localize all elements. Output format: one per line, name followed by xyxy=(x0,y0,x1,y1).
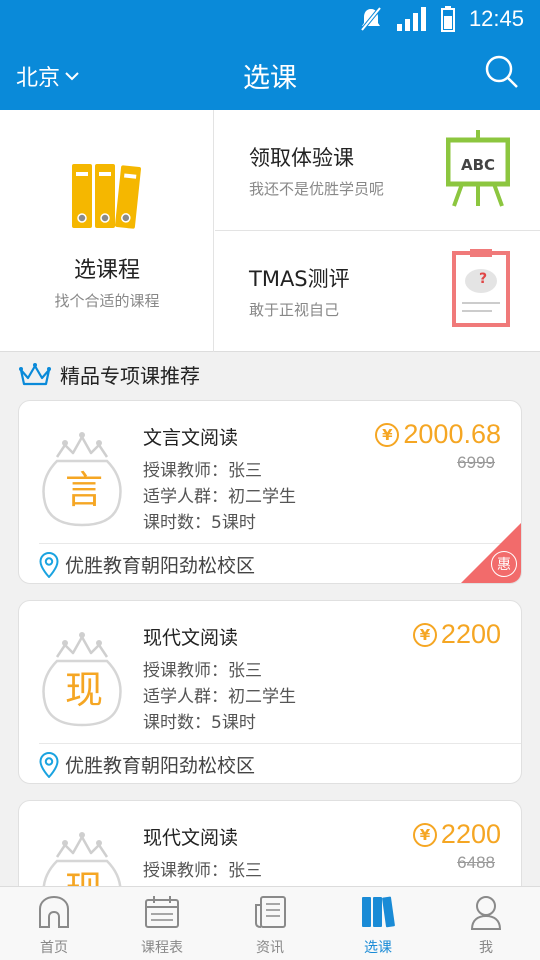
binders-icon xyxy=(72,164,141,229)
card-divider xyxy=(39,743,521,744)
location-pin-icon xyxy=(39,551,59,578)
chalkboard-text: ABC xyxy=(461,156,495,174)
quick-entry-grid: 选课程 找个合适的课程 领取体验课 我还不是优胜学员呢 ABC TMAS测评 敢… xyxy=(0,110,540,352)
page-title: 选课 xyxy=(243,63,297,94)
nav-label: 我 xyxy=(479,940,493,956)
nav-item-courses[interactable]: 选课 xyxy=(324,887,432,960)
nav-label: 首页 xyxy=(40,940,68,956)
svg-text:?: ? xyxy=(479,271,487,287)
trial-class-entry[interactable]: 领取体验课 我还不是优胜学员呢 ABC xyxy=(215,110,540,231)
choose-course-subtitle: 找个合适的课程 xyxy=(54,292,160,310)
crown-icon xyxy=(19,362,51,385)
course-price: ¥ 2200 xyxy=(412,619,501,650)
yen-icon: ¥ xyxy=(412,822,437,847)
trial-class-title: 领取体验课 xyxy=(249,146,354,170)
section-header: 精品专项课推荐 xyxy=(18,360,200,389)
choose-course-entry[interactable]: 选课程 找个合适的课程 xyxy=(0,110,214,352)
yen-icon: ¥ xyxy=(412,622,437,647)
course-hours: 课时数：5课时 xyxy=(143,513,256,533)
news-icon xyxy=(255,896,286,928)
nav-item-home[interactable]: 首页 xyxy=(0,887,108,960)
nav-label: 课程表 xyxy=(141,940,183,956)
location-label: 优胜教育朝阳劲松校区 xyxy=(65,755,256,777)
course-teacher: 授课教师：张三 xyxy=(143,661,262,681)
bottom-nav: 首页 课程表 资讯 选课 我 xyxy=(0,886,540,960)
course-name: 文言文阅读 xyxy=(143,427,239,449)
choose-course-title: 选课程 xyxy=(73,258,140,283)
chalkboard-icon: ABC xyxy=(446,130,510,207)
course-location: 优胜教育朝阳劲松校区 xyxy=(39,551,255,578)
nav-item-me[interactable]: 我 xyxy=(432,887,540,960)
price-amount: 2200 xyxy=(440,619,501,649)
app-header: 北京 选课 xyxy=(0,38,540,110)
home-icon xyxy=(39,895,69,928)
battery-icon xyxy=(440,6,455,32)
course-audience: 适学人群：初二学生 xyxy=(143,487,296,507)
books-icon xyxy=(362,896,395,928)
nav-label: 选课 xyxy=(364,940,392,956)
nav-label: 资讯 xyxy=(256,940,284,956)
card-divider xyxy=(39,543,521,544)
course-badge-char: 言 xyxy=(64,468,103,512)
course-badge-char: 现 xyxy=(64,668,103,712)
tmas-assessment-entry[interactable]: TMAS测评 敢于正视自己 ? xyxy=(215,231,540,352)
location-pin-icon xyxy=(39,751,59,778)
tmas-title: TMAS测评 xyxy=(249,267,350,291)
course-location: 优胜教育朝阳劲松校区 xyxy=(39,751,255,778)
search-icon[interactable] xyxy=(484,54,520,90)
course-hours: 课时数：5课时 xyxy=(143,713,256,733)
status-time: 12:45 xyxy=(468,6,524,31)
course-price: ¥ 2000.68 xyxy=(375,419,501,450)
course-teacher: 授课教师：张三 xyxy=(143,461,262,481)
status-bar: 12:45 xyxy=(0,0,540,38)
trial-class-subtitle: 我还不是优胜学员呢 xyxy=(249,180,385,198)
tmas-subtitle: 敢于正视自己 xyxy=(249,301,340,319)
yen-icon: ¥ xyxy=(375,422,400,447)
original-price: 6488 xyxy=(457,853,495,872)
calendar-icon xyxy=(145,896,179,928)
price-amount: 2000.68 xyxy=(403,419,501,449)
nav-item-news[interactable]: 资讯 xyxy=(216,887,324,960)
price-amount: 2200 xyxy=(440,819,501,849)
nav-item-schedule[interactable]: 课程表 xyxy=(108,887,216,960)
user-icon xyxy=(470,896,502,930)
mute-icon xyxy=(360,6,382,32)
signal-icon xyxy=(396,7,426,31)
original-price: 6999 xyxy=(457,453,495,472)
section-title: 精品专项课推荐 xyxy=(60,364,200,388)
course-name: 现代文阅读 xyxy=(143,827,239,849)
course-card[interactable]: 言 文言文阅读 ¥ 2000.68 6999 授课教师：张三 适学人群：初二学生… xyxy=(18,400,522,584)
course-name: 现代文阅读 xyxy=(143,627,239,649)
course-teacher: 授课教师：张三 xyxy=(143,861,262,881)
clipboard-icon: ? xyxy=(452,249,510,327)
course-price: ¥ 2200 xyxy=(412,819,501,850)
discount-tag: 惠 xyxy=(491,551,517,577)
course-card[interactable]: 现 现代文阅读 ¥ 2200 授课教师：张三 适学人群：初二学生 课时数：5课时… xyxy=(18,600,522,784)
location-label: 优胜教育朝阳劲松校区 xyxy=(65,555,256,577)
course-audience: 适学人群：初二学生 xyxy=(143,687,296,707)
